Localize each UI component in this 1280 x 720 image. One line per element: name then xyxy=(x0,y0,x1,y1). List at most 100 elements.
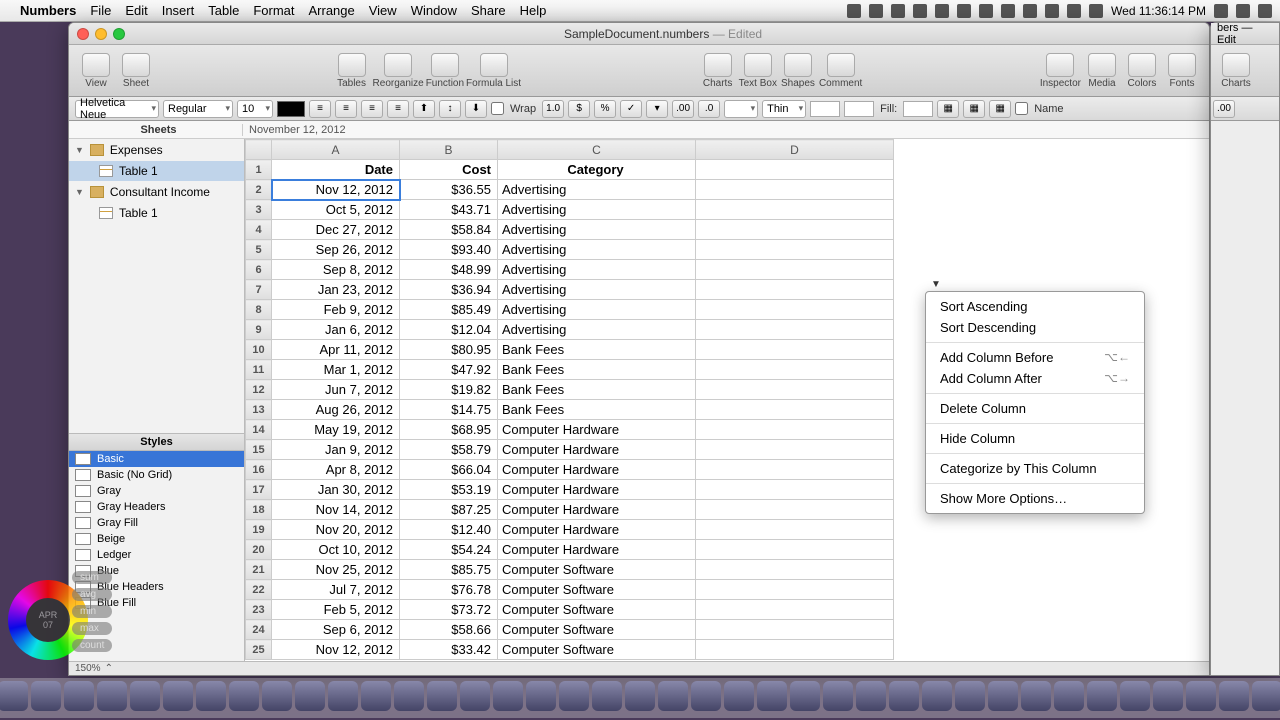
table-row[interactable]: 4Dec 27, 2012$58.84Advertising xyxy=(246,220,894,240)
row-header[interactable]: 25 xyxy=(246,640,272,660)
font-size-select[interactable]: 10 xyxy=(237,100,273,118)
dock-app-icon[interactable] xyxy=(955,681,985,711)
cell-cost[interactable]: $73.72 xyxy=(400,600,498,620)
dock-app-icon[interactable] xyxy=(658,681,688,711)
table-row[interactable]: 5Sep 26, 2012$93.40Advertising xyxy=(246,240,894,260)
dock-app-icon[interactable] xyxy=(295,681,325,711)
wrap-checkbox[interactable] xyxy=(491,102,504,115)
row-header[interactable]: 15 xyxy=(246,440,272,460)
table-row[interactable]: 19Nov 20, 2012$12.40Computer Hardware xyxy=(246,520,894,540)
context-menu-item[interactable]: Sort Descending xyxy=(926,317,1144,338)
font-family-select[interactable]: Helvetica Neue xyxy=(75,100,159,118)
dock-app-icon[interactable] xyxy=(130,681,160,711)
row-header[interactable]: 14 xyxy=(246,420,272,440)
menu-view[interactable]: View xyxy=(369,3,397,18)
cell-category[interactable]: Computer Hardware xyxy=(498,540,696,560)
table-style-2-button[interactable]: ▦ xyxy=(963,100,985,118)
table-row[interactable]: 14May 19, 2012$68.95Computer Hardware xyxy=(246,420,894,440)
cell-empty[interactable] xyxy=(696,280,894,300)
cell-empty[interactable] xyxy=(696,380,894,400)
row-header[interactable]: 20 xyxy=(246,540,272,560)
menubar-extra-icon[interactable] xyxy=(1023,4,1037,18)
table-row[interactable]: 9Jan 6, 2012$12.04Advertising xyxy=(246,320,894,340)
dock-app-icon[interactable] xyxy=(196,681,226,711)
cell-empty[interactable] xyxy=(696,540,894,560)
cell-empty[interactable] xyxy=(696,560,894,580)
dock-app-icon[interactable] xyxy=(1153,681,1183,711)
dock-app-icon[interactable] xyxy=(262,681,292,711)
column-header-c[interactable]: C xyxy=(498,140,696,160)
cell-cost[interactable]: $54.24 xyxy=(400,540,498,560)
dock-app-icon[interactable] xyxy=(229,681,259,711)
select-all-corner[interactable] xyxy=(246,140,272,160)
dock-app-icon[interactable] xyxy=(526,681,556,711)
cell-date[interactable]: Jul 7, 2012 xyxy=(272,580,400,600)
cell-date[interactable]: Nov 20, 2012 xyxy=(272,520,400,540)
table-row[interactable]: 24Sep 6, 2012$58.66Computer Software xyxy=(246,620,894,640)
cell-date[interactable]: Jan 30, 2012 xyxy=(272,480,400,500)
cell-empty[interactable] xyxy=(696,420,894,440)
cell-empty[interactable] xyxy=(696,200,894,220)
cell-empty[interactable] xyxy=(696,220,894,240)
row-header[interactable]: 8 xyxy=(246,300,272,320)
cell-empty[interactable] xyxy=(696,400,894,420)
menu-table[interactable]: Table xyxy=(208,3,239,18)
cell-category[interactable]: Computer Hardware xyxy=(498,460,696,480)
row-header[interactable]: 13 xyxy=(246,400,272,420)
comment-button[interactable]: Comment xyxy=(819,53,862,89)
cell-category[interactable]: Advertising xyxy=(498,200,696,220)
cell-date[interactable]: Jan 23, 2012 xyxy=(272,280,400,300)
menubar-extra-icon[interactable] xyxy=(1001,4,1015,18)
cell-category[interactable]: Computer Hardware xyxy=(498,500,696,520)
cell-date[interactable]: Mar 1, 2012 xyxy=(272,360,400,380)
align-left-button[interactable]: ≡ xyxy=(309,100,331,118)
disclosure-triangle-icon[interactable]: ▼ xyxy=(75,145,84,155)
menu-file[interactable]: File xyxy=(90,3,111,18)
user-icon[interactable] xyxy=(1214,4,1228,18)
table-row[interactable]: 22Jul 7, 2012$76.78Computer Software xyxy=(246,580,894,600)
cell-category[interactable]: Computer Hardware xyxy=(498,440,696,460)
table-item[interactable]: Table 1 xyxy=(69,161,244,181)
table-row[interactable]: 16Apr 8, 2012$66.04Computer Hardware xyxy=(246,460,894,480)
zoom-button[interactable] xyxy=(113,28,125,40)
style-item[interactable]: Gray Headers xyxy=(69,499,244,515)
dock-app-icon[interactable] xyxy=(922,681,952,711)
cell-date[interactable]: Feb 9, 2012 xyxy=(272,300,400,320)
function-button[interactable]: Function xyxy=(426,53,464,89)
cell-category[interactable]: Computer Software xyxy=(498,600,696,620)
table-row[interactable]: 2Nov 12, 2012$36.55Advertising xyxy=(246,180,894,200)
zoom-level[interactable]: 150% xyxy=(75,663,101,674)
cell-date[interactable]: Apr 8, 2012 xyxy=(272,460,400,480)
dock-app-icon[interactable] xyxy=(559,681,589,711)
cell-category[interactable]: Bank Fees xyxy=(498,380,696,400)
dock-app-icon[interactable] xyxy=(1087,681,1117,711)
format-checkbox-button[interactable]: ✓ xyxy=(620,100,642,118)
cell-category[interactable]: Computer Software xyxy=(498,580,696,600)
cell-date[interactable]: Apr 11, 2012 xyxy=(272,340,400,360)
table-row[interactable]: 11Mar 1, 2012$47.92Bank Fees xyxy=(246,360,894,380)
cell-category[interactable]: Computer Software xyxy=(498,560,696,580)
format-currency-button[interactable]: $ xyxy=(568,100,590,118)
cell-date[interactable]: Dec 27, 2012 xyxy=(272,220,400,240)
menubar-extra-icon[interactable] xyxy=(957,4,971,18)
menu-window[interactable]: Window xyxy=(411,3,457,18)
dock-app-icon[interactable] xyxy=(460,681,490,711)
dock-app-icon[interactable] xyxy=(1021,681,1051,711)
cell-cost[interactable]: $47.92 xyxy=(400,360,498,380)
table-row[interactable]: 15Jan 9, 2012$58.79Computer Hardware xyxy=(246,440,894,460)
cell-cost[interactable]: $66.04 xyxy=(400,460,498,480)
cell-cost[interactable]: $58.79 xyxy=(400,440,498,460)
cell-cost[interactable]: $48.99 xyxy=(400,260,498,280)
border-weight-select[interactable]: Thin xyxy=(762,100,806,118)
charts-button[interactable]: Charts xyxy=(699,53,737,89)
align-right-button[interactable]: ≡ xyxy=(361,100,383,118)
column-header-b[interactable]: B xyxy=(400,140,498,160)
cell-category[interactable]: Computer Software xyxy=(498,640,696,660)
cell-category[interactable]: Computer Hardware xyxy=(498,520,696,540)
minimize-button[interactable] xyxy=(95,28,107,40)
align-justify-button[interactable]: ≡ xyxy=(387,100,409,118)
menubar-extra-icon[interactable] xyxy=(891,4,905,18)
bg-charts-button[interactable]: Charts xyxy=(1219,53,1253,89)
cell-cost[interactable]: $53.19 xyxy=(400,480,498,500)
cell-empty[interactable] xyxy=(696,520,894,540)
